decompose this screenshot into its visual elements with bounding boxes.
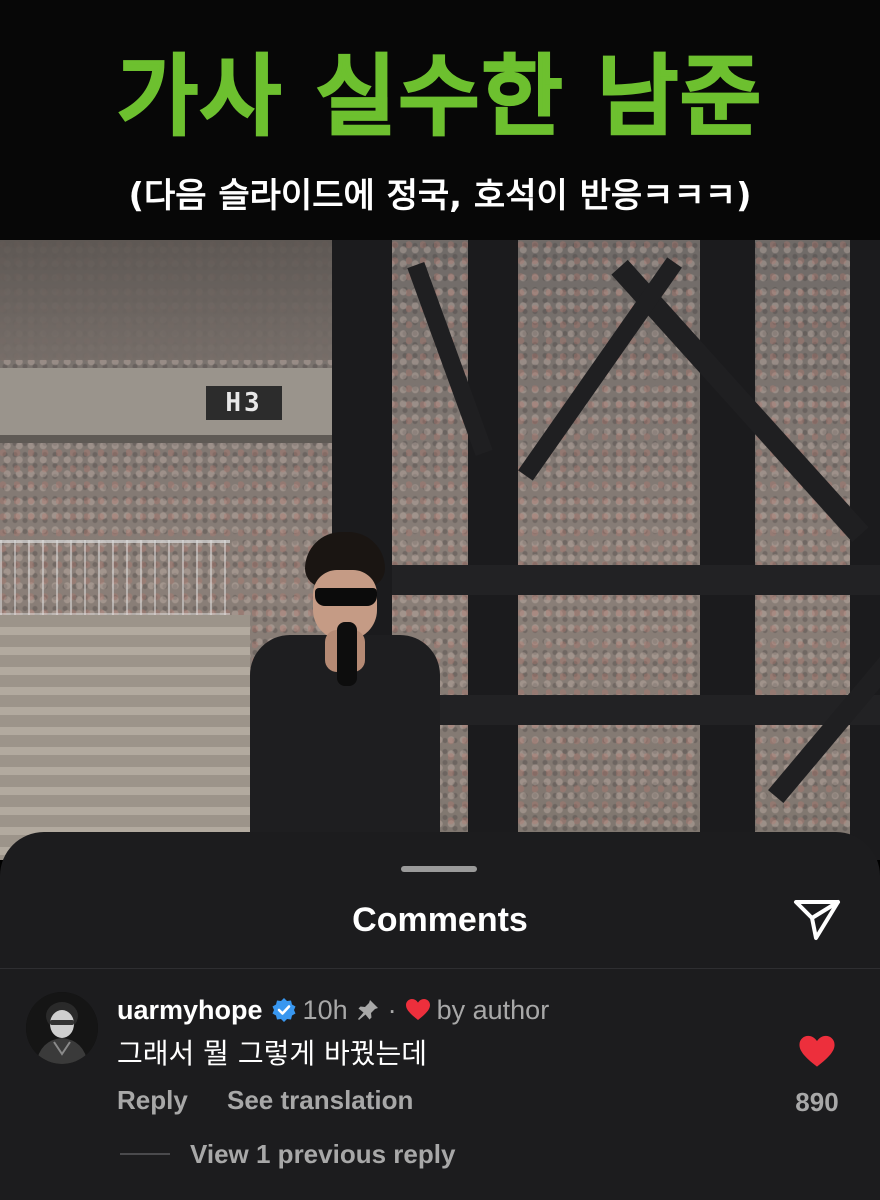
truss-tower-far-right xyxy=(850,240,880,860)
see-translation-button[interactable]: See translation xyxy=(227,1082,413,1118)
truss-tower-center xyxy=(468,240,518,860)
sheet-drag-handle[interactable] xyxy=(401,866,477,872)
truss-crossbar-1 xyxy=(392,565,880,595)
liked-by-author-heart-icon xyxy=(405,999,430,1020)
avatar[interactable] xyxy=(26,992,98,1064)
reply-button[interactable]: Reply xyxy=(117,1082,188,1118)
post-subtitle: (다음 슬라이드에 정국, 호석이 반응ㅋㅋㅋ) xyxy=(128,176,752,216)
heart-filled-icon xyxy=(799,1035,835,1067)
stand-wall-band xyxy=(0,435,335,443)
avatar-photo xyxy=(26,992,98,1064)
verified-badge-icon xyxy=(272,998,296,1022)
comment-time: 10h xyxy=(302,994,348,1025)
like-count: 890 xyxy=(795,1087,839,1117)
comments-title: Comments xyxy=(352,901,528,939)
comment-username[interactable]: uarmyhope xyxy=(117,995,263,1026)
replies-indent-line xyxy=(120,1153,170,1155)
comments-sheet: Comments uarmyhope 10h · by author 그래서 뭘… xyxy=(0,832,880,1200)
like-button[interactable] xyxy=(798,1034,836,1070)
meta-separator: · xyxy=(387,994,397,1025)
stadium-stairs xyxy=(0,615,250,860)
pin-icon xyxy=(357,1000,378,1020)
liked-by-author-label: by author xyxy=(436,994,550,1025)
sheet-divider xyxy=(0,968,880,969)
concert-photo: H3 xyxy=(0,240,880,860)
post-title-overlay: 가사 실수한 남준 (다음 슬라이드에 정국, 호석이 반응ㅋㅋㅋ) xyxy=(0,0,880,240)
sunglasses xyxy=(315,588,377,606)
paper-plane-icon xyxy=(794,900,840,940)
sector-sign: H3 xyxy=(206,386,282,420)
share-button[interactable] xyxy=(790,892,844,946)
truss-tower-right xyxy=(700,240,755,860)
microphone xyxy=(337,622,357,686)
stand-wall xyxy=(0,368,335,438)
truss-crossbar-2 xyxy=(420,695,880,725)
performer xyxy=(245,530,440,860)
comment-header: uarmyhope 10h · by author xyxy=(117,992,549,1028)
upper-stands xyxy=(0,240,340,360)
barrier-railing xyxy=(0,540,230,616)
post-title: 가사 실수한 남준 xyxy=(116,44,763,149)
view-previous-replies-button[interactable]: View 1 previous reply xyxy=(190,1135,455,1173)
comment-text: 그래서 뭘 그렇게 바꿨는데 xyxy=(117,1037,428,1070)
